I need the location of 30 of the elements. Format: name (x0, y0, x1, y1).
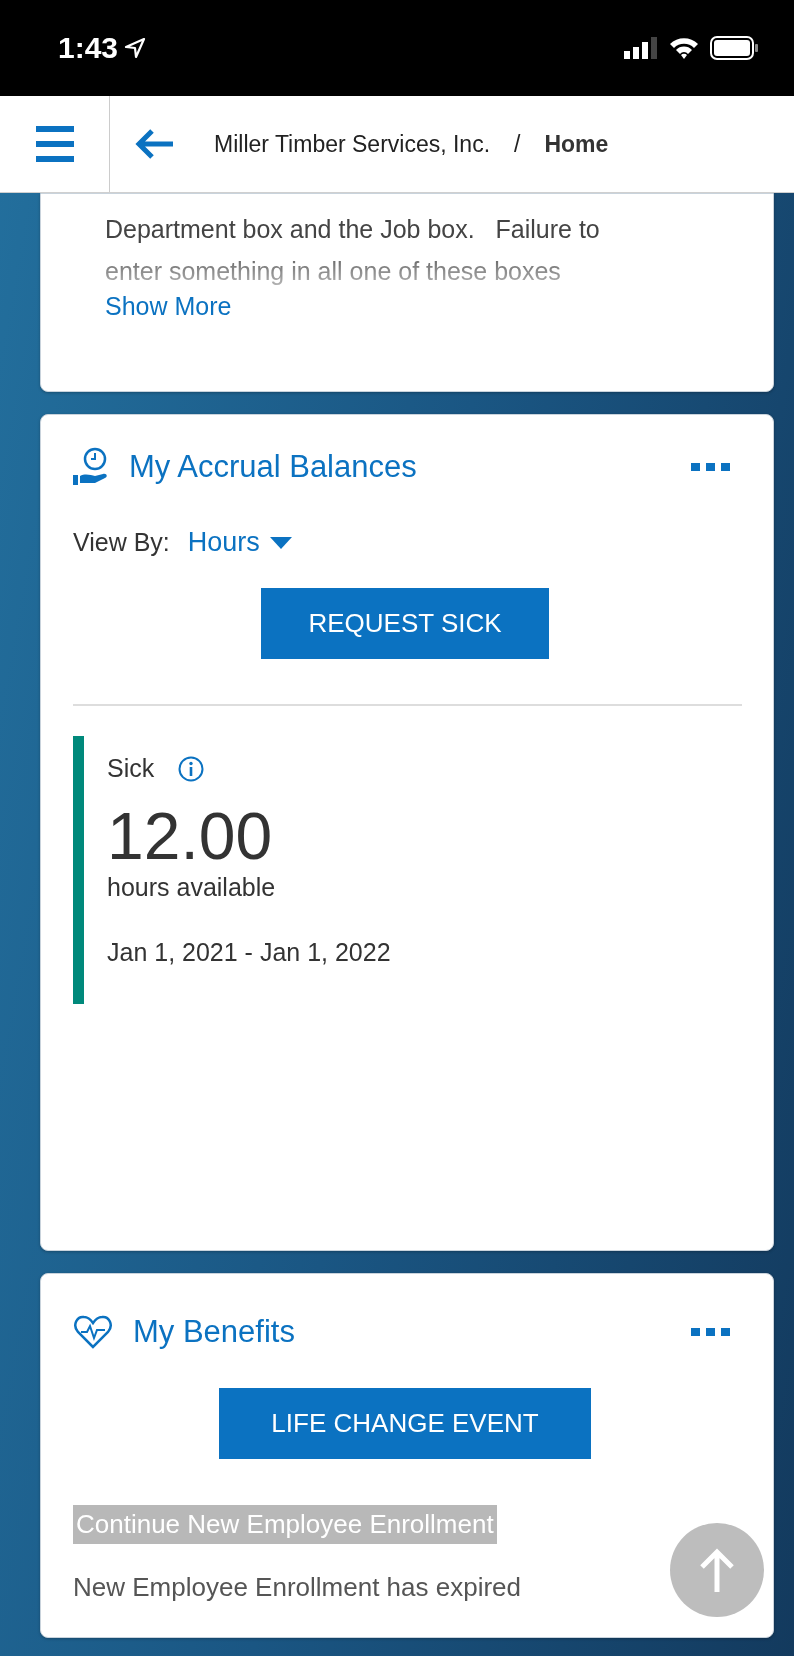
menu-icon (35, 124, 74, 164)
up-arrow-icon (699, 1548, 735, 1592)
heart-pulse-icon (73, 1314, 113, 1350)
breadcrumb-separator: / (514, 130, 521, 158)
battery-icon (710, 36, 760, 60)
more-icon (691, 462, 731, 472)
more-icon (691, 1327, 731, 1337)
info-icon[interactable] (178, 755, 205, 782)
request-sick-button[interactable]: REQUEST SICK (261, 588, 549, 659)
card-title: My Benefits (133, 1314, 296, 1350)
show-more-link[interactable]: Show More (105, 292, 232, 321)
back-arrow-icon (135, 128, 175, 160)
balance-name: Sick (107, 754, 155, 783)
balance-unit: hours available (107, 873, 277, 902)
breadcrumb-item[interactable]: Miller Timber Services, Inc. (214, 130, 491, 158)
notice-text: Department box and the Job box. Failure to enter something in all one of these boxes (105, 214, 601, 287)
balance-amount: 12.00 (107, 799, 274, 873)
location-icon (124, 37, 147, 59)
card-title: My Accrual Balances (129, 449, 418, 485)
hand-clock-icon (73, 447, 109, 487)
signal-icon (624, 37, 658, 59)
view-by-dropdown[interactable]: Hours (187, 527, 292, 558)
wifi-icon (668, 36, 700, 60)
status-time: 1:43 (58, 31, 147, 65)
breadcrumb-item: Home (544, 130, 609, 158)
view-by-label: View By: (73, 528, 170, 557)
enrollment-status: New Employee Enrollment has expired (73, 1572, 522, 1603)
balance-period: Jan 1, 2021 - Jan 1, 2022 (107, 938, 391, 967)
caret-icon (269, 536, 292, 549)
life-change-event-button[interactable]: LIFE CHANGE EVENT (219, 1388, 591, 1459)
